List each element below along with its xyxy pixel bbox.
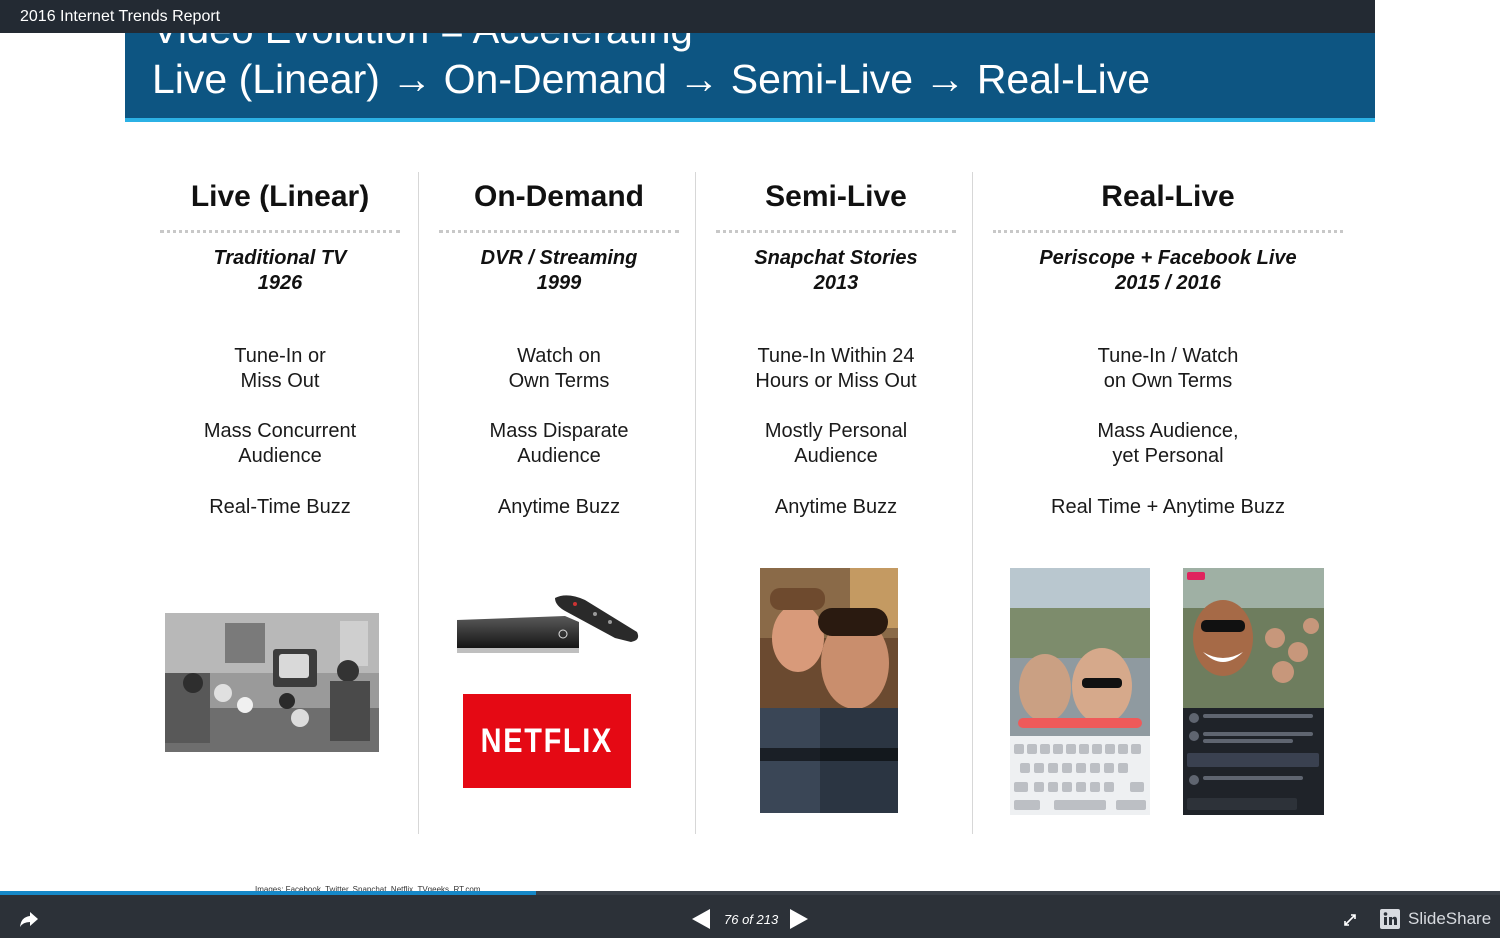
column-real-live: Real-Live Periscope + Facebook Live 2015… (993, 174, 1343, 554)
linkedin-icon[interactable] (1380, 909, 1400, 929)
column-subtitle: DVR / Streaming 1999 (480, 247, 638, 294)
column-subtitle: Periscope + Facebook Live 2015 / 2016 (1039, 247, 1297, 294)
column-divider (972, 172, 973, 834)
column-desc-2: Mass Concurrent Audience (203, 420, 357, 467)
column-title: Live (Linear) (190, 180, 370, 213)
dotted-divider (160, 230, 400, 233)
share-icon[interactable] (19, 910, 39, 928)
column-desc-1: Watch on Own Terms (508, 345, 610, 392)
presentation-title-bar: 2016 Internet Trends Report (0, 0, 1375, 33)
netflix-logo: NETFLIX (463, 694, 631, 788)
prev-slide-icon[interactable] (690, 908, 712, 930)
slide-title-line2: Live (Linear) → On-Demand → Semi-Live → … (152, 56, 1151, 102)
column-desc-3: Real Time + Anytime Buzz (1051, 496, 1285, 518)
column-live-linear: Live (Linear) Traditional TV 1926 Tune-I… (160, 174, 400, 554)
slideshare-brand[interactable]: SlideShare (1408, 909, 1491, 929)
dotted-divider (439, 230, 679, 233)
column-desc-2: Mass Disparate Audience (489, 420, 629, 467)
column-desc-1: Tune-In / Watch on Own Terms (1097, 345, 1239, 392)
snapchat-selfie-photo (760, 568, 898, 813)
dotted-divider (993, 230, 1343, 233)
family-tv-photo (165, 613, 379, 752)
facebook-live-screenshot (1183, 568, 1324, 815)
presentation-title: 2016 Internet Trends Report (20, 8, 221, 25)
column-title: On-Demand (473, 180, 644, 213)
periscope-screenshot (1010, 568, 1150, 815)
netflix-logo-text: NETFLIX (480, 721, 614, 760)
column-desc-1: Tune-In Within 24 Hours or Miss Out (755, 345, 917, 392)
column-desc-3: Real-Time Buzz (209, 496, 351, 518)
column-subtitle: Snapchat Stories 2013 (754, 247, 918, 294)
page-indicator: 76 of 213 (724, 912, 779, 927)
column-desc-2: Mass Audience, yet Personal (1097, 420, 1239, 467)
dvr-box-photo (455, 592, 641, 662)
column-desc-3: Anytime Buzz (774, 496, 898, 518)
column-desc-1: Tune-In or Miss Out (234, 345, 326, 392)
column-desc-3: Anytime Buzz (497, 496, 621, 518)
dotted-divider (716, 230, 956, 233)
column-title: Semi-Live (765, 180, 907, 213)
next-slide-icon[interactable] (788, 908, 810, 930)
column-subtitle: Traditional TV 1926 (213, 247, 347, 294)
column-divider (695, 172, 696, 834)
fullscreen-icon[interactable] (1344, 913, 1356, 926)
column-title: Real-Live (1101, 180, 1235, 213)
column-desc-2: Mostly Personal Audience (764, 420, 908, 467)
column-on-demand: On-Demand DVR / Streaming 1999 Watch on … (439, 174, 679, 554)
column-semi-live: Semi-Live Snapchat Stories 2013 Tune-In … (716, 174, 956, 554)
column-divider (418, 172, 419, 834)
